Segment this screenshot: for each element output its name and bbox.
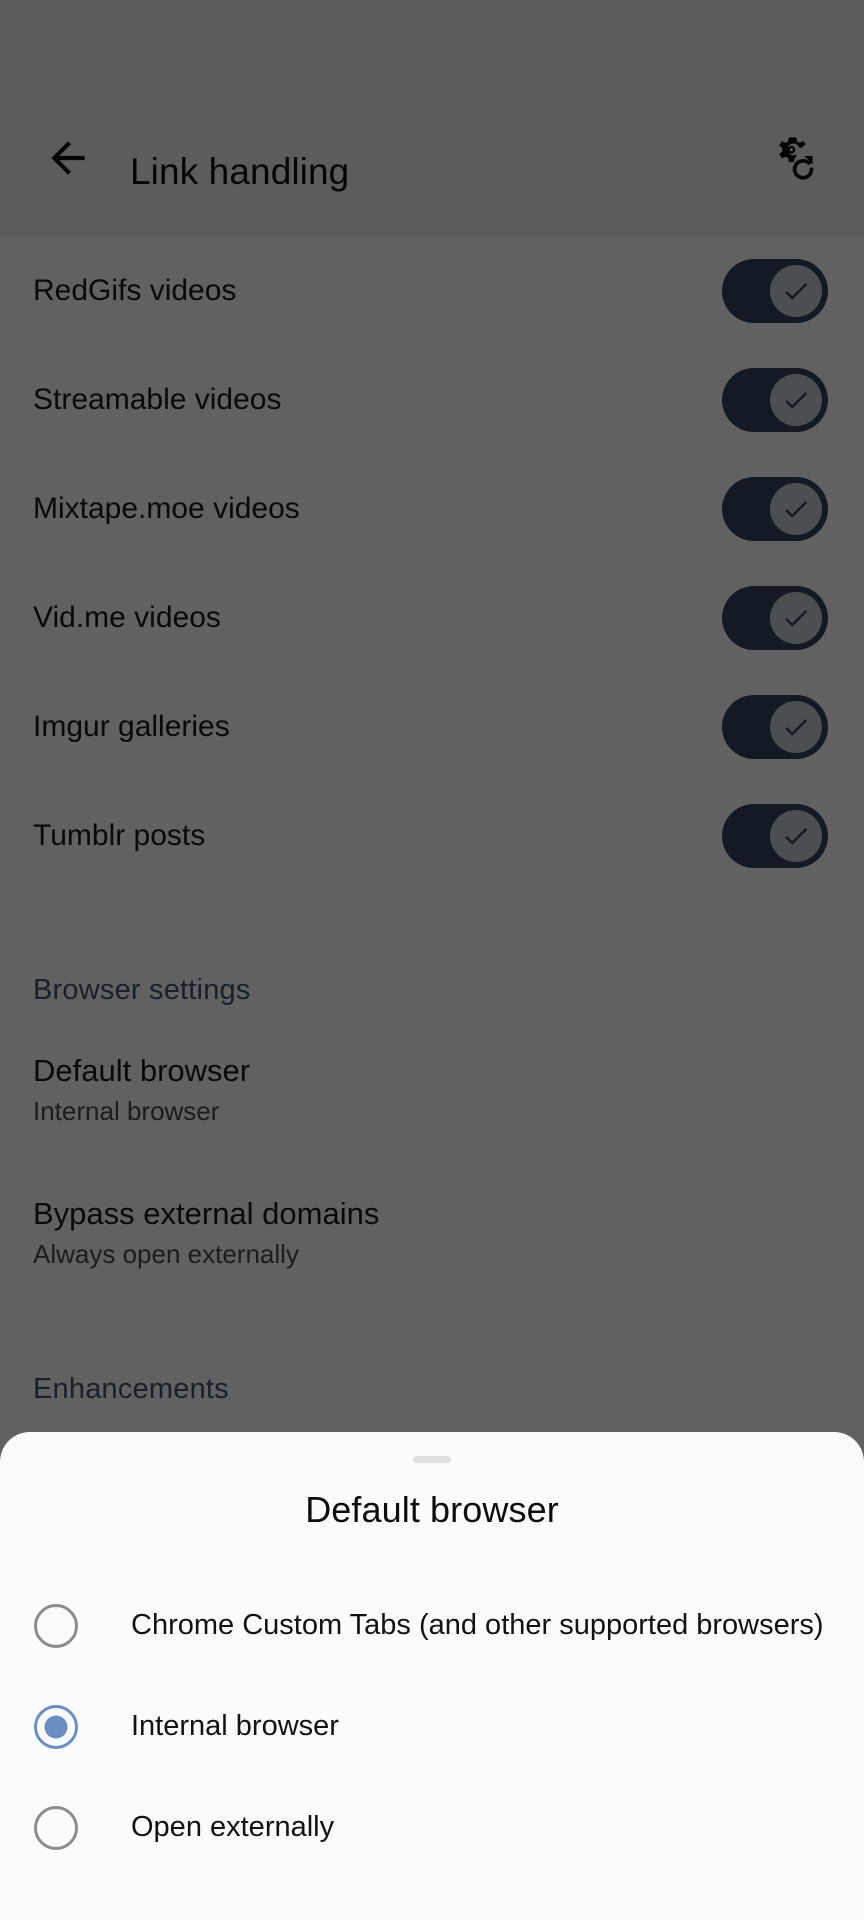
radio-icon-selected[interactable] [34, 1704, 78, 1749]
radio-option-open-externally[interactable]: Open externally [0, 1777, 864, 1878]
drag-handle[interactable] [413, 1456, 451, 1463]
radio-option-label: Chrome Custom Tabs (and other supported … [131, 1609, 824, 1641]
radio-group-default-browser: Chrome Custom Tabs (and other supported … [0, 1575, 864, 1878]
radio-option-chrome-custom-tabs[interactable]: Chrome Custom Tabs (and other supported … [0, 1575, 864, 1676]
sheet-title: Default browser [305, 1489, 559, 1530]
radio-option-label: Open externally [131, 1811, 335, 1843]
radio-option-internal-browser[interactable]: Internal browser [0, 1676, 864, 1777]
screen-root: Link handling RedGifs videos [0, 0, 864, 1920]
scrim-appbar-tint [0, 0, 864, 236]
radio-option-label: Internal browser [131, 1710, 339, 1742]
radio-icon[interactable] [34, 1805, 78, 1850]
radio-icon[interactable] [34, 1603, 78, 1648]
default-browser-bottom-sheet: Default browser Chrome Custom Tabs (and … [0, 1432, 864, 1920]
